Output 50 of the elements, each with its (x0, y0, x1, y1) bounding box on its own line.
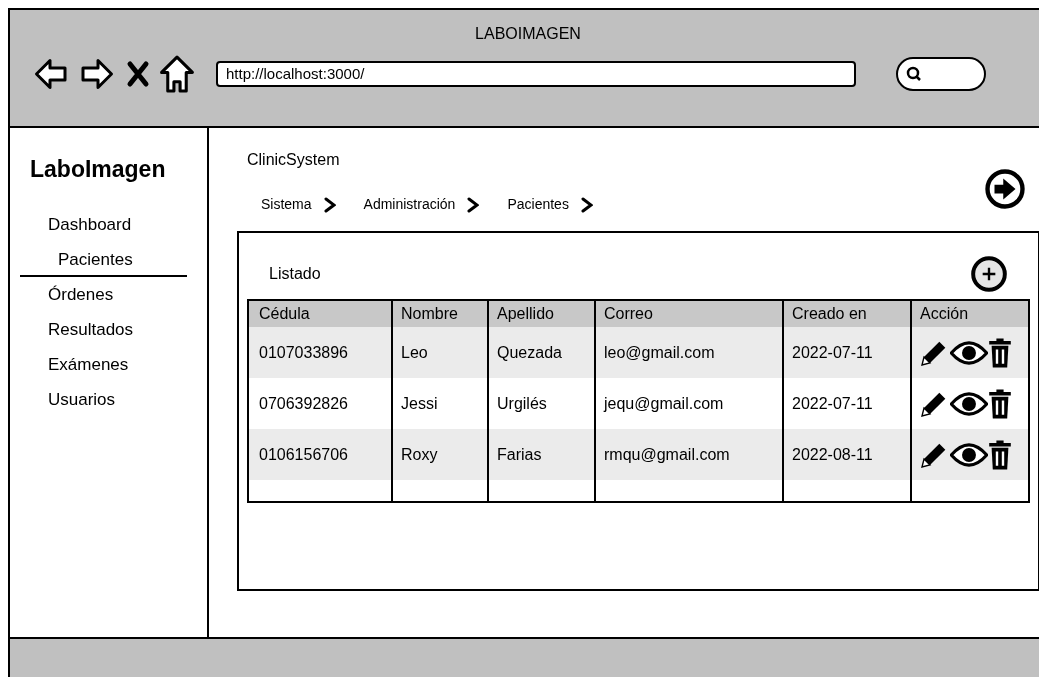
eye-icon[interactable] (950, 389, 988, 418)
table-cell-text: leo@gmail.com (603, 342, 716, 363)
column-header: Acción (919, 304, 970, 324)
search-icon (906, 66, 922, 82)
table-cell-text: 0107033896 (258, 342, 349, 363)
logout-icon[interactable] (984, 168, 1026, 210)
address-field[interactable]: http://localhost:3000/ (216, 61, 856, 87)
table-cell-text: Leo (400, 342, 429, 363)
table-cell-text: Quezada (496, 342, 563, 363)
table-cell-text: rmqu@gmail.com (603, 444, 731, 465)
add-icon[interactable] (970, 255, 1008, 293)
sidebar-item[interactable]: Resultados (10, 311, 207, 347)
trash-icon[interactable] (988, 438, 1012, 471)
column-header: Creado en (791, 304, 868, 324)
chevron-icon (467, 196, 480, 213)
column-header: Nombre (400, 304, 459, 324)
table-cell-text: Jessi (400, 393, 439, 414)
chevron-icon (323, 196, 336, 213)
table-cell-text: 2022-08-11 (791, 444, 874, 465)
eye-icon[interactable] (950, 440, 988, 469)
chevron-icon (580, 196, 593, 213)
breadcrumb-link[interactable]: Pacientes (507, 194, 569, 215)
eye-icon[interactable] (950, 338, 988, 367)
sidebar-item[interactable]: Exámenes (10, 346, 207, 382)
table-cell-text: Farias (496, 444, 543, 465)
close-icon[interactable] (126, 60, 150, 88)
sidebar-item[interactable]: Órdenes (10, 276, 207, 312)
trash-icon[interactable] (988, 387, 1012, 420)
window-title: LABOIMAGEN (475, 24, 581, 44)
app-title: ClinicSystem (246, 150, 340, 170)
table-cell-text: 0106156706 (258, 444, 349, 465)
column-header: Correo (603, 304, 654, 324)
panel-title: Listado (269, 264, 321, 284)
table-cell-text: 2022-07-11 (791, 342, 874, 363)
table-cell-text: 2022-07-11 (791, 393, 874, 414)
search-field[interactable] (896, 57, 986, 91)
brand-title: LaboImagen (29, 155, 167, 184)
column-header: Apellido (496, 304, 555, 324)
sidebar-item[interactable]: Dashboard (10, 206, 207, 242)
column-header: Cédula (258, 304, 311, 324)
breadcrumb-link[interactable]: Administración (363, 194, 456, 215)
table-cell-text: 0706392826 (258, 393, 349, 414)
home-icon[interactable] (158, 54, 196, 94)
sidebar-item[interactable]: Usuarios (10, 381, 207, 417)
table-cell-text: jequ@gmail.com (602, 393, 725, 414)
trash-icon[interactable] (988, 336, 1012, 369)
breadcrumb-link[interactable]: Sistema (261, 194, 312, 215)
table-cell-text: Roxy (400, 444, 439, 465)
sidebar-item[interactable]: Pacientes (20, 241, 187, 277)
table-cell-text: Urgilés (496, 393, 548, 414)
